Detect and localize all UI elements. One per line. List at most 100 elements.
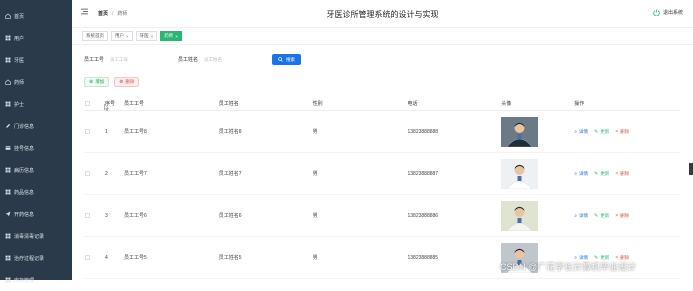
close-icon: × (615, 128, 619, 135)
table-row: 2 员工工号7 员工姓名7 男 13823888887 ⌕ 详情 ✎ 更新 × 删除 (84, 153, 680, 195)
send-icon (5, 211, 11, 217)
home-icon (5, 13, 11, 19)
sidebar-item-label: 治疗过程记录 (14, 255, 45, 262)
employee-no-label: 员工工号 (84, 57, 105, 63)
row-checkbox[interactable] (85, 255, 91, 260)
sidebar-item[interactable]: 挂号信息 (0, 137, 72, 159)
batch-delete-button[interactable]: ⊗ 删除 (114, 77, 140, 87)
view-button-label: 详情 (579, 212, 589, 218)
grid-icon (5, 35, 11, 41)
sidebar-menu: 首页用户牙医 药师护士门诊信息挂号信息病历信息 药品信息 开药信息消毒清毒记录 治疗过程… (0, 0, 72, 291)
tab[interactable]: 系统首页 (82, 31, 108, 41)
cell-employee-no: 员工工号6 (123, 213, 147, 219)
sidebar-item[interactable]: 药品信息 (0, 181, 72, 203)
tab[interactable]: 牙医 × (135, 31, 158, 41)
delete-button[interactable]: × 删除 (615, 213, 629, 219)
sidebar-item[interactable]: 药师 (0, 71, 72, 93)
sidebar-item[interactable]: 消毒清毒记录 (0, 225, 72, 247)
grid-icon (5, 277, 11, 283)
avatar-image[interactable] (501, 158, 574, 189)
sidebar-item[interactable]: 病历信息 (0, 159, 72, 181)
column-header-phone: 电话 (407, 101, 418, 107)
delete-icon: ⊗ (119, 79, 124, 85)
view-button[interactable]: ⌕ 详情 (574, 171, 588, 177)
logout-button[interactable]: 退出系统 (653, 9, 683, 16)
search-button[interactable]: 搜索 (272, 54, 302, 65)
select-all-checkbox[interactable] (85, 101, 91, 106)
top-header: 首页 / 药师 牙医诊所管理系统的设计与实现 退出系统 (72, 0, 693, 28)
cell-phone: 13823888888 (407, 128, 439, 135)
tab[interactable]: 用户 × (111, 31, 133, 41)
edit-button[interactable]: ✎ 更新 (594, 129, 609, 135)
logout-label: 退出系统 (662, 10, 683, 16)
view-button-label: 详情 (579, 170, 589, 176)
edit-button-label: 更新 (600, 212, 610, 218)
avatar-image[interactable] (501, 200, 574, 231)
search-icon (278, 57, 283, 62)
watermark: CSDN @广花学长计算机毕业设计 (500, 262, 637, 272)
close-icon[interactable]: × (151, 34, 154, 39)
view-button[interactable]: ⌕ 详情 (574, 213, 588, 219)
search-icon: ⌕ (574, 128, 578, 135)
cell-phone: 13823888885 (407, 254, 439, 261)
sidebar: 首页用户牙医 药师护士门诊信息挂号信息病历信息 药品信息 开药信息消毒清毒记录 治疗过程… (0, 0, 72, 284)
home-icon (5, 79, 11, 85)
sidebar-item-label: 用户 (14, 35, 25, 42)
action-bar: ⊕ 增加 ⊗ 删除 (84, 77, 140, 87)
cell-gender: 男 (312, 129, 318, 135)
sidebar-item[interactable]: 门诊信息 (0, 115, 72, 137)
employee-name-input[interactable]: 员工姓名 (202, 55, 258, 65)
view-button[interactable]: ⌕ 详情 (574, 129, 588, 135)
delete-button[interactable]: × 删除 (615, 129, 629, 135)
sidebar-item[interactable]: 治疗过程记录 (0, 247, 72, 269)
row-checkbox[interactable] (85, 171, 91, 176)
view-button-label: 详情 (579, 128, 589, 134)
sidebar-item-label: 库存管理 (14, 277, 35, 284)
edit-button[interactable]: ✎ 更新 (594, 213, 609, 219)
cell-operations: ⌕ 详情 ✎ 更新 × 删除 (574, 213, 680, 219)
avatar-image[interactable] (501, 116, 574, 147)
sidebar-item[interactable]: 首页 (0, 5, 72, 27)
add-button[interactable]: ⊕ 增加 (84, 77, 110, 87)
sidebar-item-label: 消毒清毒记录 (14, 233, 45, 240)
column-header-gender: 性别 (312, 101, 323, 107)
scrollbar-thumb[interactable] (689, 163, 693, 175)
delete-button[interactable]: × 删除 (615, 171, 629, 177)
cell-employee-no: 员工工号7 (123, 171, 147, 177)
mouse-cursor-icon (104, 104, 109, 111)
search-icon: ⌕ (574, 170, 578, 177)
column-header-employee-name: 员工姓名 (218, 101, 239, 107)
column-header-avatar: 头像 (501, 101, 512, 107)
cell-employee-name: 员工姓名6 (218, 213, 242, 219)
search-form: 员工工号 员工工号 员工姓名 员工姓名 搜索 (84, 54, 302, 65)
sidebar-item[interactable]: 开药信息 (0, 203, 72, 225)
sidebar-item-label: 门诊信息 (14, 123, 35, 130)
close-icon: × (615, 212, 619, 219)
edit-icon: ✎ (594, 170, 599, 177)
edit-button[interactable]: ✎ 更新 (594, 171, 609, 177)
cell-employee-no: 员工工号8 (123, 129, 147, 135)
tab[interactable]: 药师 × (160, 31, 182, 41)
cell-gender: 男 (312, 171, 318, 177)
close-icon[interactable]: × (175, 34, 178, 39)
sidebar-item[interactable]: 库存管理 (0, 269, 72, 291)
sidebar-item-label: 护士 (14, 101, 25, 108)
grid-icon (5, 189, 11, 195)
row-checkbox[interactable] (85, 213, 91, 218)
sidebar-item[interactable]: 牙医 (0, 49, 72, 71)
edit-button-label: 更新 (600, 128, 610, 134)
edit-icon: ✎ (594, 212, 599, 219)
edit-icon: ✎ (594, 128, 599, 135)
sidebar-item[interactable]: 护士 (0, 93, 72, 115)
row-checkbox[interactable] (85, 129, 91, 134)
grid-icon (5, 167, 11, 173)
sidebar-item-label: 挂号信息 (14, 145, 35, 152)
row-select-cell (84, 171, 92, 176)
tab-label: 系统首页 (86, 33, 104, 38)
sidebar-item[interactable]: 用户 (0, 27, 72, 49)
plus-icon: ⊕ (89, 79, 94, 85)
close-icon[interactable]: × (126, 34, 129, 39)
employee-no-input[interactable]: 员工工号 (108, 55, 164, 65)
cell-index: 1 (104, 128, 108, 135)
add-button-label: 增加 (95, 79, 105, 84)
